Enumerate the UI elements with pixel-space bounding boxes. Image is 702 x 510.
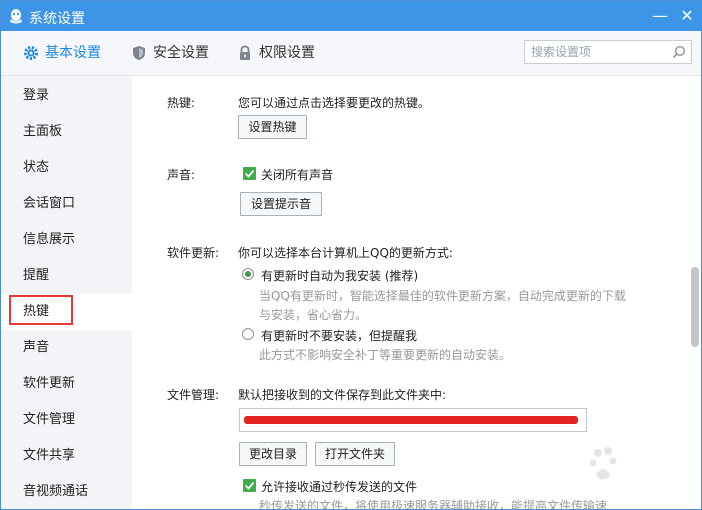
- sidebar-item-label: 文件共享: [23, 448, 76, 463]
- change-directory-button[interactable]: 更改目录: [239, 442, 307, 466]
- lock-icon: [240, 45, 250, 60]
- sidebar-item-login[interactable]: 登录: [1, 78, 132, 114]
- sidebar-item-label: 会话窗口: [23, 196, 76, 211]
- tab-security-settings[interactable]: 安全设置: [131, 31, 221, 75]
- sidebar-item-software-update[interactable]: 软件更新: [1, 366, 132, 402]
- update-section-label: 软件更新:: [167, 246, 220, 260]
- hotkey-section-label: 热键:: [167, 96, 196, 110]
- sidebar-item-main-panel[interactable]: 主面板: [1, 114, 132, 150]
- scrollbar-thumb[interactable]: [691, 267, 699, 347]
- sidebar-item-label: 状态: [23, 160, 50, 175]
- auto-install-label: 有更新时自动为我安装 (推荐): [261, 269, 419, 283]
- search-icon[interactable]: [672, 45, 686, 59]
- hotkey-description: 您可以通过点击选择要更改的热键。: [238, 96, 431, 110]
- sidebar-item-hotkey[interactable]: 热键: [1, 294, 132, 330]
- baidu-watermark-icon: [589, 447, 617, 480]
- search-input[interactable]: [531, 44, 661, 60]
- sidebar-item-av-call[interactable]: 音视频通话: [1, 474, 132, 509]
- sound-section-label: 声音:: [167, 168, 196, 182]
- settings-sidebar: 登录 主面板 状态 会话窗口 信息展示 提醒 热键 声音 软件更新 文件管理 文…: [1, 76, 132, 509]
- auto-install-desc-line2: 与安装，省心省力。: [259, 308, 368, 322]
- tab-basic-settings[interactable]: 基本设置: [23, 31, 113, 75]
- gear-icon: [24, 46, 38, 60]
- auto-install-desc-line1: 当QQ有更新时，智能选择最佳的软件更新方案，自动完成更新的下载: [259, 289, 626, 303]
- search-box[interactable]: [524, 40, 692, 64]
- files-description: 默认把接收到的文件保存到此文件夹中:: [238, 388, 447, 402]
- mute-all-label: 关闭所有声音: [261, 168, 334, 182]
- tab-label: 安全设置: [153, 45, 209, 61]
- sidebar-item-label: 音视频通话: [23, 484, 89, 499]
- sidebar-item-reminder[interactable]: 提醒: [1, 258, 132, 294]
- sidebar-item-label: 主面板: [23, 124, 63, 139]
- settings-window: 系统设置 — ✕ 基本设置 安全设置 权限设置 搜索设置项 登录 主面板 状态 …: [0, 0, 702, 510]
- set-hotkey-button[interactable]: 设置热键: [238, 115, 307, 139]
- sidebar-item-label: 软件更新: [23, 376, 76, 391]
- redacted-path: [244, 416, 578, 424]
- remind-only-desc: 此方式不影响安全补丁等重要更新的自动安装。: [259, 348, 512, 362]
- sidebar-item-label: 文件管理: [23, 412, 76, 427]
- tab-label: 基本设置: [45, 45, 101, 61]
- allow-instant-transfer-checkbox[interactable]: [243, 479, 256, 492]
- sidebar-item-label: 信息展示: [23, 232, 76, 247]
- set-notify-sound-button[interactable]: 设置提示音: [240, 192, 322, 216]
- mute-all-checkbox[interactable]: [243, 167, 256, 180]
- auto-install-radio[interactable]: [242, 268, 254, 280]
- open-folder-button[interactable]: 打开文件夹: [315, 442, 395, 466]
- checkmark-icon: [244, 481, 255, 490]
- close-button[interactable]: ✕: [676, 5, 698, 27]
- sidebar-item-status[interactable]: 状态: [1, 150, 132, 186]
- tab-permission-settings[interactable]: 权限设置: [237, 31, 327, 75]
- sidebar-item-file-management[interactable]: 文件管理: [1, 402, 132, 438]
- remind-only-label: 有更新时不要安装，但提醒我: [261, 329, 418, 343]
- update-description: 你可以选择本台计算机上QQ的更新方式:: [238, 246, 453, 260]
- sidebar-item-label: 热键: [23, 304, 50, 319]
- sidebar-item-label: 登录: [23, 88, 50, 103]
- sidebar-item-chat-window[interactable]: 会话窗口: [1, 186, 132, 222]
- qq-penguin-icon: [10, 9, 22, 24]
- sidebar-item-label: 声音: [23, 340, 50, 355]
- tab-label: 权限设置: [259, 45, 315, 61]
- shield-icon: [133, 46, 145, 60]
- files-section-label: 文件管理:: [167, 388, 220, 402]
- allow-instant-transfer-label: 允许接收通过秒传发送的文件: [261, 480, 418, 494]
- checkmark-icon: [244, 169, 255, 178]
- minimize-button[interactable]: —: [649, 5, 671, 27]
- sidebar-item-file-sharing[interactable]: 文件共享: [1, 438, 132, 474]
- save-folder-path-field[interactable]: [239, 408, 587, 432]
- sidebar-item-label: 提醒: [23, 268, 50, 283]
- sidebar-item-info-display[interactable]: 信息展示: [1, 222, 132, 258]
- remind-only-radio[interactable]: [242, 328, 254, 340]
- window-title: 系统设置: [29, 11, 85, 27]
- top-tab-bar: 基本设置 安全设置 权限设置: [1, 31, 701, 76]
- title-bar: 系统设置 — ✕: [1, 1, 701, 31]
- sidebar-item-sound[interactable]: 声音: [1, 330, 132, 366]
